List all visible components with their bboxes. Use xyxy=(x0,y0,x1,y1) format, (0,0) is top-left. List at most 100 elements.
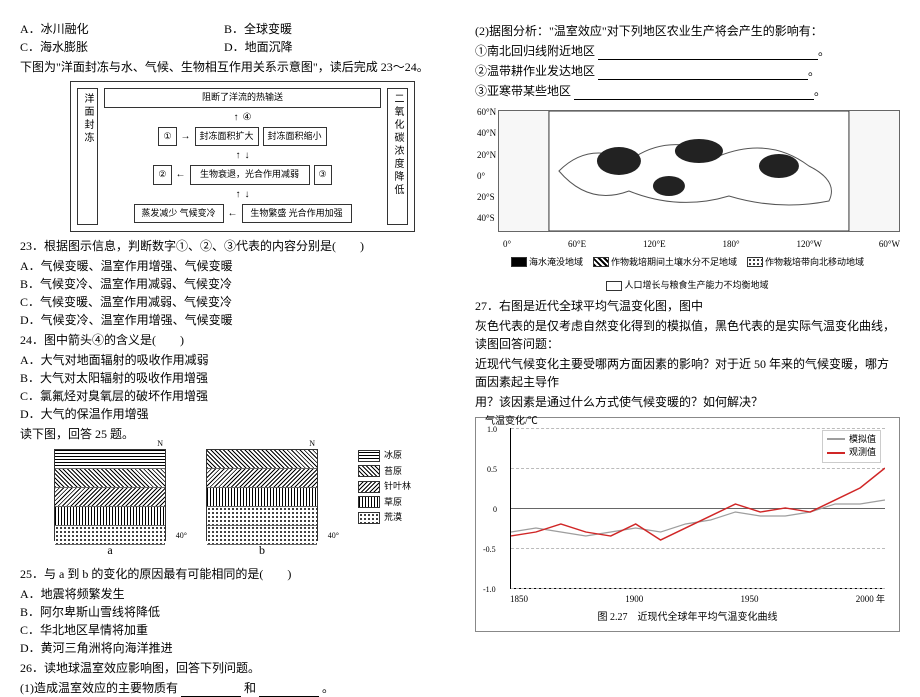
world-map-figure: 60°N 40°N 20°N 0° 20°S 40°S 0° 60 xyxy=(475,104,900,293)
arrow-icon: → xyxy=(181,129,191,144)
diagram-c1: 蒸发减少 气候变冷 xyxy=(134,204,224,224)
q26-p1-b: 和 xyxy=(244,681,256,695)
legend-ice: 冰原 xyxy=(384,449,402,463)
lon-tick: 0° xyxy=(503,238,511,252)
map-legend-d: 人口增长与粮食生产能力不均衡地域 xyxy=(624,280,768,290)
legend-swatch-forest xyxy=(358,481,380,493)
q22-options: A．冰川融化 B．全球变暖 C．海水膨胀 D．地面沉降 xyxy=(20,20,445,56)
fill-blank[interactable] xyxy=(574,87,814,100)
q27-para2: 近现代气候变化主要受哪两方面因素的影响？对于近 50 年来的气候变暖，哪方面因素… xyxy=(475,355,900,391)
map-legend-b: 作物栽培期间土壤水分不足地域 xyxy=(611,257,737,267)
arrow-icon: ↓ xyxy=(245,148,250,163)
q23-options: A．气候变暖、温室作用增强、气候变暖 B．气候变冷、温室作用减弱、气候变冷 C．… xyxy=(20,257,445,329)
q24-options: A．大气对地面辐射的吸收作用减弱 B．大气对太阳辐射的吸收作用增强 C．氯氟烃对… xyxy=(20,351,445,423)
lon-tick: 60°W xyxy=(879,238,900,252)
diagram-mark-4: ④ xyxy=(243,110,252,125)
lat-40-label: 40° xyxy=(328,530,339,542)
q24-stem: 24．图中箭头④的含义是( ) xyxy=(20,331,445,349)
arrow-icon: ↑ xyxy=(236,187,241,202)
q25-option-a: A．地震将频繁发生 xyxy=(20,585,445,603)
q26-p1-a: (1)造成温室效应的主要物质有 xyxy=(20,681,178,695)
legend-forest: 针叶林 xyxy=(384,480,411,494)
legend-swatch-grass xyxy=(358,496,380,508)
legend-desert: 荒漠 xyxy=(384,511,402,525)
diagram-left-label: 洋面封冻 xyxy=(77,88,98,225)
north-indicator: N xyxy=(157,438,163,450)
q26-p2-line3: ③亚寒带某些地区 。 xyxy=(475,82,900,100)
fill-blank[interactable] xyxy=(181,684,241,697)
latitude-biome-figure: N 40° a N 40° b 冰原 苔原 xyxy=(20,449,445,559)
right-column: (2)据图分析："温室效应"对下列地区农业生产将会产生的影响有： ①南北回归线附… xyxy=(475,20,900,630)
q22-option-a: A．冰川融化 xyxy=(20,20,224,38)
lat-tick: 60°N xyxy=(477,106,496,120)
map-legend-a: 海水淹没地域 xyxy=(529,257,583,267)
p2b-label: ②温带耕作业发达地区 xyxy=(475,64,595,78)
legend-swatch-ice xyxy=(358,450,380,462)
fill-blank[interactable] xyxy=(598,47,818,60)
q23-stem: 23．根据图示信息，判断数字①、②、③代表的内容分别是( ) xyxy=(20,237,445,255)
fill-blank[interactable] xyxy=(598,67,808,80)
lon-tick: 120°E xyxy=(643,238,666,252)
left-column: A．冰川融化 B．全球变暖 C．海水膨胀 D．地面沉降 下图为"洋面封冻与水、气… xyxy=(20,20,445,630)
chart-svg xyxy=(511,428,885,588)
figure-b: N 40° b xyxy=(206,449,318,559)
fill-blank[interactable] xyxy=(259,684,319,697)
q27-para: 灰色代表的是仅考虑自然变化得到的模拟值，黑色代表的是实际气温变化曲线，读图回答问… xyxy=(475,317,900,353)
q22-option-c: C．海水膨胀 xyxy=(20,38,224,56)
p2c-label: ③亚寒带某些地区 xyxy=(475,84,571,98)
arrow-icon: ← xyxy=(176,167,186,182)
lat-40-label: 40° xyxy=(176,530,187,542)
lat-tick: 20°N xyxy=(477,149,496,163)
q26-p2-line1: ①南北回归线附近地区 。 xyxy=(475,42,900,60)
q27-para3: 用？该因素是通过什么方式使气候变暖的？如何解决？ xyxy=(475,393,900,411)
lon-tick: 60°E xyxy=(568,238,586,252)
xtick: 1900 xyxy=(625,593,643,607)
swatch-icon xyxy=(747,257,763,267)
arrow-icon: ↑ xyxy=(234,110,239,125)
q25-option-b: B．阿尔卑斯山雪线将降低 xyxy=(20,603,445,621)
swatch-icon xyxy=(593,257,609,267)
q26-p2-head: (2)据图分析："温室效应"对下列地区农业生产将会产生的影响有： xyxy=(475,22,900,40)
xtick: 1950 xyxy=(740,593,758,607)
q27-stem: 27．右图是近代全球平均气温变化图，图中 xyxy=(475,297,900,315)
diagram-num-1: ① xyxy=(158,127,176,147)
q26-stem: 26．读地球温室效应影响图，回答下列问题。 xyxy=(20,659,445,677)
legend-tundra: 苔原 xyxy=(384,465,402,479)
arrow-icon: ↑ xyxy=(236,148,241,163)
legend-swatch-desert xyxy=(358,512,380,524)
temperature-chart-card: 气温变化/℃ 模拟值 观测值 1.0 0.5 0 -0.5 -1.0 1850 … xyxy=(475,417,900,633)
diagram-a1: 封冻面积扩大 xyxy=(195,127,259,147)
arrow-icon: ← xyxy=(228,206,238,221)
xtick: 1850 xyxy=(510,593,528,607)
lat-tick: 40°N xyxy=(477,127,496,141)
q25-options: A．地震将频繁发生 B．阿尔卑斯山雪线将降低 C．华北地区旱情将加重 D．黄河三… xyxy=(20,585,445,657)
legend-grass: 草原 xyxy=(384,496,402,510)
swatch-icon xyxy=(606,281,622,291)
lat-tick: 20°S xyxy=(477,191,496,205)
diagram-top-node: 阻断了洋流的热输送 xyxy=(104,88,381,108)
q25-option-d: D．黄河三角洲将向海洋推进 xyxy=(20,639,445,657)
diagram-b1: 生物衰退，光合作用减弱 xyxy=(190,165,310,185)
chart-x-axis: 1850 1900 1950 2000 年 xyxy=(510,593,885,607)
q24-option-a: A．大气对地面辐射的吸收作用减弱 xyxy=(20,351,445,369)
q25-stem: 25．与 a 到 b 的变化的原因最有可能相同的是( ) xyxy=(20,565,445,583)
diagram-num-3: ③ xyxy=(314,165,332,185)
q24-option-d: D．大气的保温作用增强 xyxy=(20,405,445,423)
temperature-chart: 气温变化/℃ 模拟值 观测值 1.0 0.5 0 -0.5 -1.0 xyxy=(510,428,885,589)
world-map-svg xyxy=(499,111,899,231)
q25-option-c: C．华北地区旱情将加重 xyxy=(20,621,445,639)
diagram-a2: 封冻面积缩小 xyxy=(263,127,327,147)
lat-tick: 40°S xyxy=(477,212,496,226)
figure-a: N 40° a xyxy=(54,449,166,559)
lon-tick: 180° xyxy=(722,238,739,252)
map-legend: 海水淹没地域 作物栽培期间土壤水分不足地域 作物栽培带向北移动地域 人口增长与粮… xyxy=(475,256,900,293)
q24-option-b: B．大气对太阳辐射的吸收作用增强 xyxy=(20,369,445,387)
lon-tick: 120°W xyxy=(796,238,822,252)
lat-tick: 0° xyxy=(477,170,496,184)
swatch-icon xyxy=(511,257,527,267)
intro-23-24: 下图为"洋面封冻与水、气候、生物相互作用关系示意图"，读后完成 23～24。 xyxy=(20,58,445,76)
legend-swatch-tundra xyxy=(358,465,380,477)
biome-legend: 冰原 苔原 针叶林 草原 荒漠 xyxy=(358,449,411,559)
q23-option-b: B．气候变冷、温室作用减弱、气候变冷 xyxy=(20,275,445,293)
q26-p1-c: 。 xyxy=(322,681,334,695)
